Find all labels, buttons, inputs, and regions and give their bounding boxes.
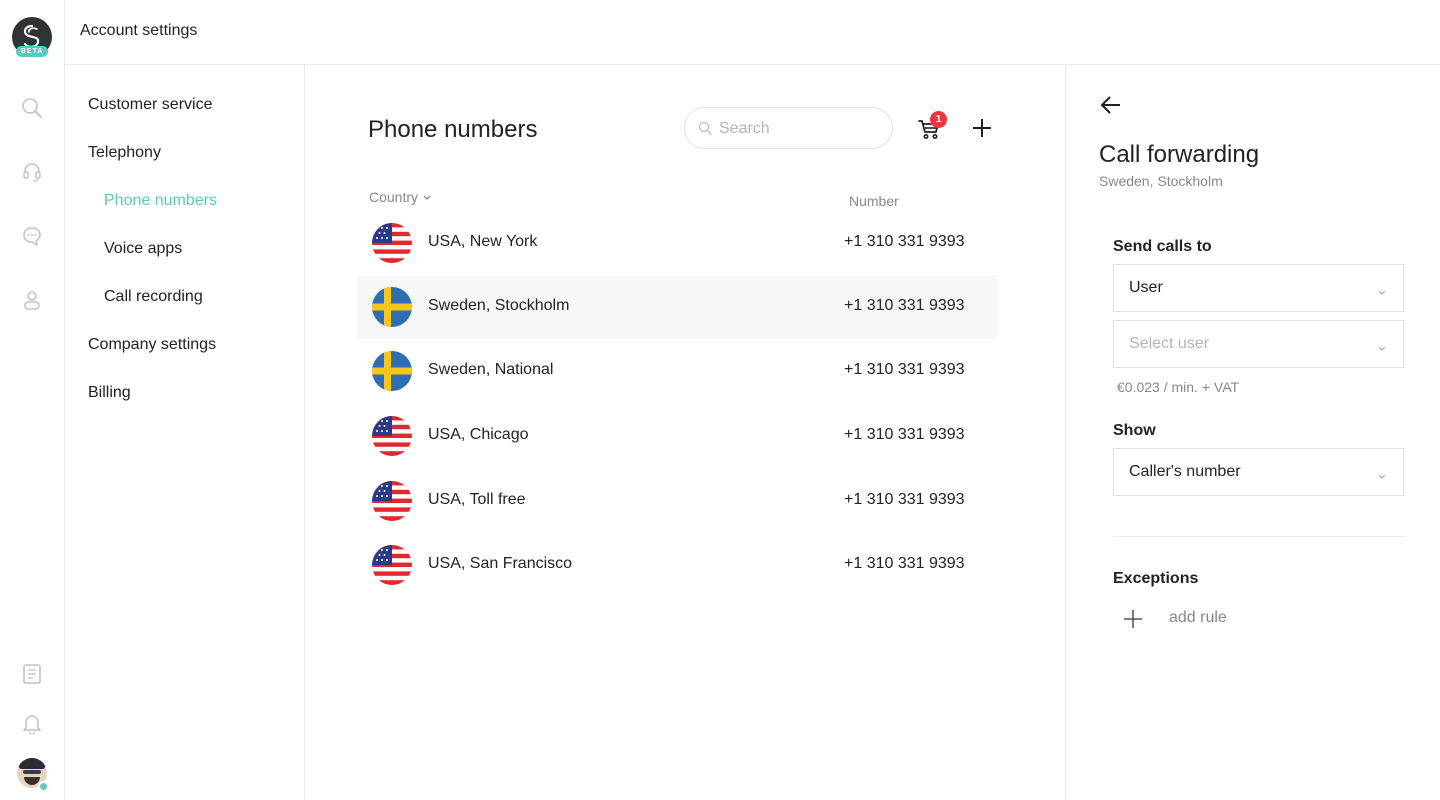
nav-item-customer-service[interactable]: Customer service — [88, 96, 212, 114]
add-number-button[interactable] — [971, 117, 993, 139]
add-rule-button[interactable]: add rule — [1169, 609, 1227, 627]
table-row[interactable]: USA, San Francisco +1 310 331 9393 — [358, 533, 998, 597]
search-icon — [698, 121, 712, 140]
row-number: +1 310 331 9393 — [844, 233, 965, 250]
search-icon[interactable] — [20, 96, 44, 120]
usa-flag-icon — [372, 545, 412, 585]
phone-numbers-panel: Phone numbers 1 Country Number USA, New … — [305, 65, 1065, 800]
contacts-icon[interactable] — [20, 288, 44, 312]
divider — [1113, 536, 1406, 537]
nav-item-phone-numbers[interactable]: Phone numbers — [104, 192, 217, 210]
country-header-label: Country — [369, 189, 419, 205]
select-user-placeholder: Select user — [1129, 335, 1210, 352]
show-label: Show — [1113, 422, 1156, 439]
headset-icon[interactable] — [20, 160, 44, 184]
usa-flag-icon — [372, 481, 412, 521]
sweden-flag-icon — [372, 351, 412, 391]
nav-item-voice-apps[interactable]: Voice apps — [104, 240, 182, 258]
settings-nav: Customer service Telephony Phone numbers… — [65, 65, 305, 800]
chevron-down-icon — [1377, 468, 1387, 486]
price-note: €0.023 / min. + VAT — [1117, 379, 1240, 395]
usa-flag-icon — [372, 223, 412, 263]
plus-icon[interactable] — [1123, 609, 1143, 629]
report-icon[interactable] — [20, 662, 44, 686]
row-number: +1 310 331 9393 — [844, 491, 965, 508]
cart-count-badge: 1 — [930, 111, 947, 128]
chevron-down-icon — [1377, 284, 1387, 302]
row-location: USA, New York — [428, 233, 538, 250]
chevron-down-icon — [1377, 340, 1387, 358]
table-row[interactable]: Sweden, Stockholm +1 310 331 9393 — [358, 275, 998, 339]
table-row[interactable]: USA, New York +1 310 331 9393 — [358, 211, 998, 275]
chevron-down-icon — [422, 189, 432, 205]
page-header-title: Account settings — [80, 22, 198, 39]
row-location: USA, Toll free — [428, 491, 526, 508]
chat-icon[interactable] — [20, 224, 44, 248]
search-box[interactable] — [684, 107, 893, 149]
left-rail: BETA — [0, 0, 65, 800]
search-input[interactable] — [719, 118, 879, 140]
send-calls-value: User — [1129, 279, 1163, 296]
online-status-dot — [38, 781, 49, 792]
page-title: Phone numbers — [368, 116, 538, 143]
country-column-header[interactable]: Country — [369, 189, 432, 205]
back-arrow-icon[interactable] — [1099, 93, 1123, 117]
nav-item-telephony[interactable]: Telephony — [88, 144, 161, 162]
number-column-header: Number — [849, 193, 899, 209]
send-calls-label: Send calls to — [1113, 238, 1212, 255]
row-location: USA, San Francisco — [428, 555, 573, 572]
row-number: +1 310 331 9393 — [844, 555, 965, 572]
row-location: USA, Chicago — [428, 426, 529, 443]
show-select[interactable]: Caller's number — [1113, 448, 1404, 496]
row-number: +1 310 331 9393 — [844, 361, 965, 378]
row-number: +1 310 331 9393 — [844, 297, 965, 314]
sweden-flag-icon — [372, 287, 412, 327]
select-user-dropdown[interactable]: Select user — [1113, 320, 1404, 368]
nav-item-billing[interactable]: Billing — [88, 384, 131, 402]
top-bar: Account settings — [65, 0, 1440, 65]
send-calls-select[interactable]: User — [1113, 264, 1404, 312]
table-row[interactable]: USA, Chicago +1 310 331 9393 — [358, 404, 998, 468]
usa-flag-icon — [372, 416, 412, 456]
panel-subtitle: Sweden, Stockholm — [1099, 173, 1223, 189]
exceptions-label: Exceptions — [1113, 570, 1199, 587]
nav-item-call-recording[interactable]: Call recording — [104, 288, 203, 306]
row-location: Sweden, Stockholm — [428, 297, 570, 314]
table-row[interactable]: Sweden, National +1 310 331 9393 — [358, 339, 998, 403]
beta-badge: BETA — [16, 46, 48, 57]
nav-item-company-settings[interactable]: Company settings — [88, 336, 216, 354]
panel-title: Call forwarding — [1099, 141, 1260, 168]
call-forwarding-panel: Call forwarding Sweden, Stockholm Send c… — [1065, 65, 1440, 800]
row-number: +1 310 331 9393 — [844, 426, 965, 443]
table-row[interactable]: USA, Toll free +1 310 331 9393 — [358, 469, 998, 533]
show-value: Caller's number — [1129, 463, 1241, 480]
bell-icon[interactable] — [20, 711, 44, 735]
row-location: Sweden, National — [428, 361, 554, 378]
